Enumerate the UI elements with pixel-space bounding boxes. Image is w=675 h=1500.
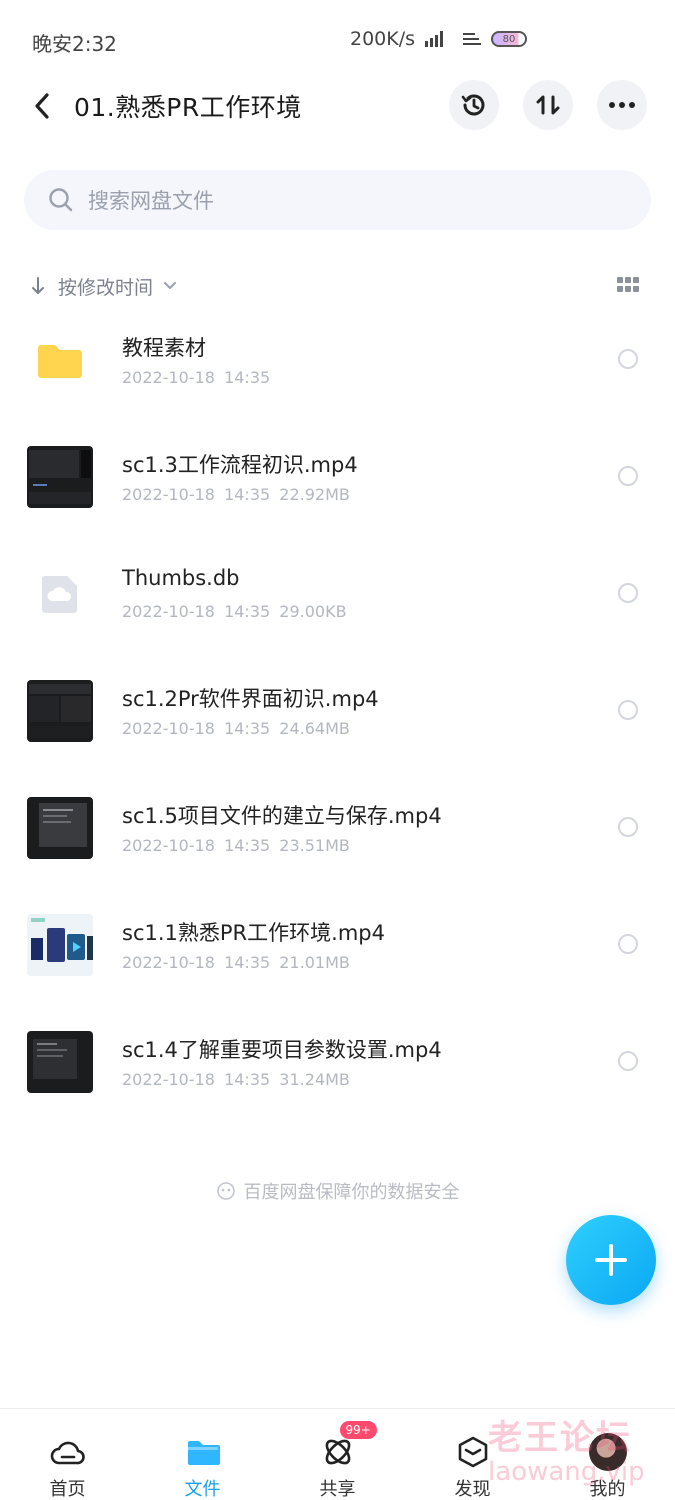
file-name: sc1.5项目文件的建立与保存.mp4 xyxy=(122,804,442,828)
file-meta: 2022-10-18 14:35 xyxy=(122,368,271,387)
nav-discover[interactable]: 发现 xyxy=(405,1409,540,1500)
video-thumbnail xyxy=(27,797,93,859)
avatar xyxy=(588,1433,628,1471)
sort-toggle-button[interactable] xyxy=(523,80,573,130)
cloud-file-icon xyxy=(27,563,93,625)
grid-view-icon[interactable] xyxy=(617,277,639,293)
share-badge: 99+ xyxy=(339,1421,377,1439)
nav-share-label: 共享 xyxy=(319,1479,356,1500)
select-checkbox[interactable] xyxy=(618,1051,638,1071)
video-thumbnail xyxy=(27,914,93,976)
select-checkbox[interactable] xyxy=(618,583,638,603)
search-input[interactable]: 搜索网盘文件 xyxy=(24,170,651,230)
file-row[interactable]: sc1.1熟悉PR工作环境.mp4 2022-10-18 14:35 21.01… xyxy=(0,885,675,1002)
safety-note: 百度网盘保障你的数据安全 xyxy=(0,1178,675,1204)
status-bar: 晚安2:32 200K/s 80 xyxy=(0,0,675,80)
file-list: 教程素材 2022-10-18 14:35 sc1.3工作流程初识.mp4 20… xyxy=(0,300,675,1119)
nav-files-label: 文件 xyxy=(184,1479,221,1500)
file-name: sc1.4了解重要项目参数设置.mp4 xyxy=(122,1038,442,1062)
file-row[interactable]: Thumbs.db 2022-10-18 14:35 29.00KB xyxy=(0,534,675,651)
page-title: 01.熟悉PR工作环境 xyxy=(74,93,302,122)
history-button[interactable] xyxy=(449,80,499,130)
sort-dropdown[interactable]: 按修改时间 xyxy=(30,273,177,300)
nav-share[interactable]: 99+ 共享 xyxy=(270,1409,405,1500)
history-icon xyxy=(461,94,485,116)
signal-icon xyxy=(425,31,444,47)
shield-icon xyxy=(216,1182,235,1200)
nav-home[interactable]: 首页 xyxy=(0,1409,135,1500)
file-row[interactable]: sc1.3工作流程初识.mp4 2022-10-18 14:35 22.92MB xyxy=(0,417,675,534)
file-row[interactable]: sc1.5项目文件的建立与保存.mp4 2022-10-18 14:35 23.… xyxy=(0,768,675,885)
back-button[interactable] xyxy=(22,86,62,126)
file-meta: 2022-10-18 14:35 24.64MB xyxy=(122,719,350,738)
network-speed: 200K/s xyxy=(350,28,416,50)
plus-icon xyxy=(595,1244,627,1276)
search-placeholder: 搜索网盘文件 xyxy=(88,189,214,213)
video-thumbnail xyxy=(27,680,93,742)
file-name: sc1.1熟悉PR工作环境.mp4 xyxy=(122,921,385,945)
file-meta: 2022-10-18 14:35 23.51MB xyxy=(122,836,350,855)
video-thumbnail xyxy=(27,1031,93,1093)
battery-icon: 80 xyxy=(491,31,528,47)
file-row[interactable]: 教程素材 2022-10-18 14:35 xyxy=(0,300,675,417)
chevron-left-icon xyxy=(35,93,49,119)
file-name: sc1.2Pr软件界面初识.mp4 xyxy=(122,687,379,711)
file-name: sc1.3工作流程初识.mp4 xyxy=(122,453,358,477)
safety-text: 百度网盘保障你的数据安全 xyxy=(243,1182,460,1203)
notification-icon xyxy=(463,33,482,45)
search-icon xyxy=(49,188,73,212)
video-thumbnail xyxy=(27,446,93,508)
select-checkbox[interactable] xyxy=(618,466,638,486)
chevron-down-icon xyxy=(164,282,177,289)
nav-me[interactable]: 我的 xyxy=(540,1409,675,1500)
sort-label: 按修改时间 xyxy=(58,276,154,299)
file-row[interactable]: sc1.2Pr软件界面初识.mp4 2022-10-18 14:35 24.64… xyxy=(0,651,675,768)
add-button[interactable] xyxy=(566,1215,656,1305)
select-checkbox[interactable] xyxy=(618,349,638,369)
cube-icon xyxy=(453,1435,493,1469)
more-icon xyxy=(609,102,635,108)
select-checkbox[interactable] xyxy=(618,934,638,954)
file-meta: 2022-10-18 14:35 31.24MB xyxy=(122,1070,350,1089)
nav-files[interactable]: 文件 xyxy=(135,1409,270,1500)
folder-icon xyxy=(183,1435,223,1469)
nav-home-label: 首页 xyxy=(49,1479,86,1500)
more-button[interactable] xyxy=(597,80,647,130)
header: 01.熟悉PR工作环境 xyxy=(0,70,675,142)
file-name: Thumbs.db xyxy=(122,566,240,590)
arrow-down-icon xyxy=(32,277,44,294)
file-meta: 2022-10-18 14:35 21.01MB xyxy=(122,953,350,972)
nav-discover-label: 发现 xyxy=(454,1479,491,1500)
select-checkbox[interactable] xyxy=(618,700,638,720)
share-icon: 99+ xyxy=(318,1421,377,1469)
file-name: 教程素材 xyxy=(122,336,206,360)
folder-icon xyxy=(27,329,93,391)
sort-arrows-icon xyxy=(536,95,560,115)
status-indicators: 200K/s 80 xyxy=(350,28,528,50)
nav-me-label: 我的 xyxy=(589,1479,626,1500)
status-time: 晚安2:32 xyxy=(32,32,117,56)
file-meta: 2022-10-18 14:35 29.00KB xyxy=(122,602,347,621)
select-checkbox[interactable] xyxy=(618,817,638,837)
cloud-icon xyxy=(48,1435,88,1469)
file-row[interactable]: sc1.4了解重要项目参数设置.mp4 2022-10-18 14:35 31.… xyxy=(0,1002,675,1119)
file-meta: 2022-10-18 14:35 22.92MB xyxy=(122,485,350,504)
sort-bar: 按修改时间 xyxy=(30,268,645,304)
bottom-nav: 首页 文件 99+ 共享 发现 我的 xyxy=(0,1408,675,1500)
